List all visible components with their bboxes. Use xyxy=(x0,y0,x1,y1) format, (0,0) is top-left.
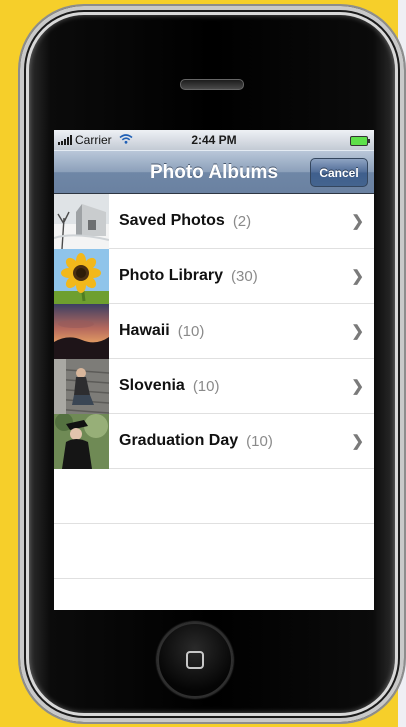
chevron-right-icon: ❯ xyxy=(351,213,364,230)
album-name: Graduation Day xyxy=(119,432,239,449)
album-list: Saved Photos (2) ❯ Photo Library (30) ❯ … xyxy=(54,193,374,610)
album-count: (10) xyxy=(177,322,205,340)
empty-row xyxy=(54,579,374,610)
battery-icon xyxy=(350,136,370,146)
album-name: Saved Photos xyxy=(119,212,225,229)
album-count: (2) xyxy=(232,212,252,230)
cancel-button[interactable]: Cancel xyxy=(310,158,368,187)
chevron-right-icon: ❯ xyxy=(351,433,364,450)
album-name: Slovenia xyxy=(119,377,185,394)
person-on-steps-thumbnail xyxy=(54,358,109,414)
earpiece-speaker xyxy=(180,79,244,90)
snowy-barn-thumbnail xyxy=(54,193,109,249)
album-row-hawaii[interactable]: Hawaii (10) ❯ xyxy=(54,303,374,359)
status-bar: Carrier 2:44 PM xyxy=(54,130,374,150)
sunset-thumbnail xyxy=(54,303,109,359)
album-name: Hawaii xyxy=(119,322,170,339)
album-row-graduation-day[interactable]: Graduation Day (10) ❯ xyxy=(54,413,374,469)
album-name: Photo Library xyxy=(119,267,224,284)
chevron-right-icon: ❯ xyxy=(351,323,364,340)
album-row-photo-library[interactable]: Photo Library (30) ❯ xyxy=(54,248,374,304)
album-count: (30) xyxy=(231,267,258,285)
sunflower-thumbnail xyxy=(54,248,109,304)
home-button[interactable] xyxy=(157,622,233,698)
empty-row xyxy=(54,469,374,524)
device-screen: Carrier 2:44 PM Photo Albums Cancel Save… xyxy=(54,130,374,610)
graduate-thumbnail xyxy=(54,413,109,469)
album-row-slovenia[interactable]: Slovenia (10) ❯ xyxy=(54,358,374,414)
home-square-icon xyxy=(186,651,204,669)
navigation-bar: Photo Albums Cancel xyxy=(54,150,374,194)
chevron-right-icon: ❯ xyxy=(351,268,364,285)
album-count: (10) xyxy=(246,432,273,450)
status-time: 2:44 PM xyxy=(191,133,237,147)
empty-row xyxy=(54,524,374,579)
album-count: (10) xyxy=(192,377,220,395)
album-row-saved-photos[interactable]: Saved Photos (2) ❯ xyxy=(54,193,374,249)
chevron-right-icon: ❯ xyxy=(351,378,364,395)
iphone-frame: Carrier 2:44 PM Photo Albums Cancel Save… xyxy=(20,6,404,722)
